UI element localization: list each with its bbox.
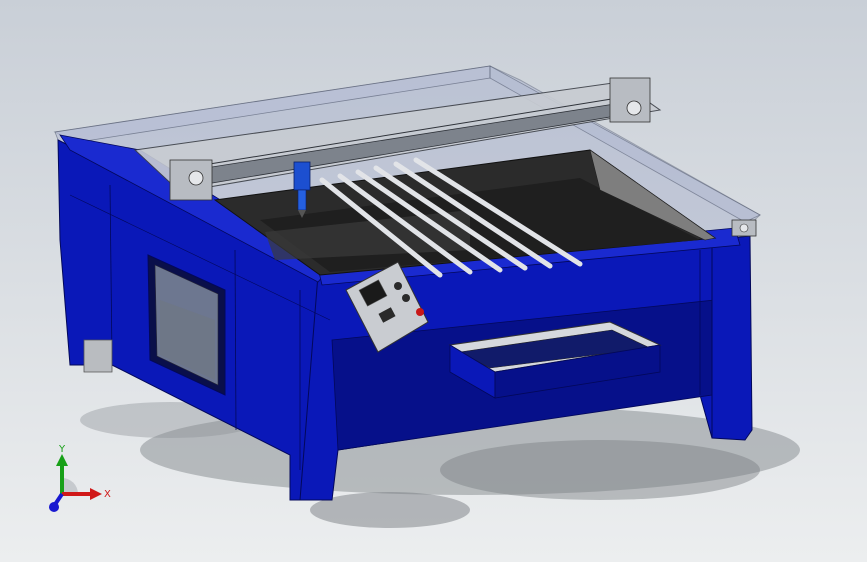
control-knob-2[interactable] — [402, 294, 410, 302]
coordinate-triad[interactable]: Y X — [40, 440, 120, 520]
gantry-end-right — [609, 77, 651, 123]
emergency-stop-button[interactable] — [416, 308, 424, 316]
triad-plane-icon — [62, 478, 78, 494]
right-leg — [711, 235, 753, 441]
x-axis-label: X — [104, 489, 111, 500]
x-arrow-icon — [90, 488, 102, 500]
laser-cutter-model[interactable] — [0, 0, 867, 562]
y-axis-label: Y — [58, 444, 66, 455]
control-knob-1[interactable] — [394, 282, 402, 290]
left-foot — [83, 339, 113, 373]
cad-viewport[interactable]: Y X — [0, 0, 867, 562]
right-end-bracket — [731, 219, 757, 237]
y-arrow-icon — [56, 454, 68, 466]
z-axis-ball-icon — [49, 502, 59, 512]
